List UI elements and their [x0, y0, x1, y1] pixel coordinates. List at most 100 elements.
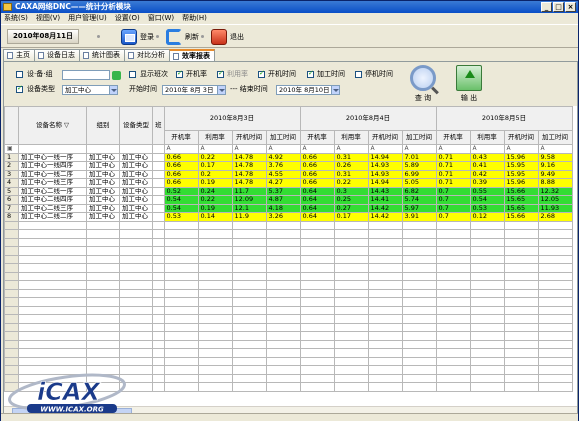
open-time-checkbox[interactable] [258, 69, 265, 78]
filter-cell[interactable]: A [231, 144, 267, 154]
tab-comparison[interactable]: 对比分析 [124, 49, 170, 61]
menu-system[interactable]: 系统(S) [4, 13, 28, 24]
filter-cell[interactable] [18, 144, 87, 154]
filter-cell[interactable]: A [163, 144, 199, 154]
filter-cell[interactable]: A [435, 144, 471, 154]
login-button[interactable]: 登录 [121, 28, 154, 46]
empty-cell [333, 229, 369, 239]
menu-view[interactable]: 视图(V) [36, 13, 60, 24]
filter-cell[interactable]: A [333, 144, 369, 154]
empty-cell [197, 220, 233, 230]
table-row[interactable]: 5 加工中心二线一序 加工中心 加工中心 0.52 0.24 11.7 5.37 0.64 0.3… [4, 186, 573, 196]
filter-cell[interactable]: A [503, 144, 539, 154]
stop-time-checkbox[interactable] [355, 71, 362, 78]
cell-value: 0.55 [469, 186, 505, 196]
empty-cell [435, 254, 471, 264]
empty-cell [197, 246, 233, 256]
empty-cell [4, 339, 19, 349]
table-row[interactable]: 8 加工中心二线二序 加工中心 加工中心 0.53 0.14 11.9 3.26 0.64 0.1… [4, 212, 573, 222]
device-type-checkbox[interactable] [16, 84, 23, 93]
tab-device-log[interactable]: 设备日志 [34, 49, 80, 61]
empty-cell [401, 246, 437, 256]
filter-cell[interactable]: A [299, 144, 335, 154]
empty-cell [265, 220, 301, 230]
filter-cell[interactable] [119, 144, 153, 154]
table-row[interactable]: 4 加工中心一线三序 加工中心 加工中心 0.66 0.19 14.78 4.27 0.66 0.… [4, 178, 573, 188]
filter-cell[interactable]: A [469, 144, 505, 154]
window-title: CAXA网络DNC——统计分析模块 [15, 2, 131, 11]
table-row[interactable]: 1 加工中心一线一序 加工中心 加工中心 0.66 0.22 14.78 4.92 0.66 0.… [4, 152, 573, 162]
menu-settings[interactable]: 设置(O) [115, 13, 140, 24]
device-group-search-button[interactable] [112, 71, 121, 80]
empty-cell [469, 229, 505, 239]
empty-cell [265, 263, 301, 273]
refresh-button[interactable]: 刷新 [166, 28, 199, 46]
empty-cell [299, 246, 335, 256]
menu-user-management[interactable]: 用户管理(U) [68, 13, 107, 24]
cell-value: 11.9 [231, 212, 267, 222]
cell-device-name: 加工中心一线二序 [18, 169, 87, 179]
filter-cell[interactable]: A [367, 144, 403, 154]
util-rate-checkbox[interactable] [217, 69, 224, 78]
col-header-device-name[interactable]: 设备名称 ▽ [18, 106, 87, 145]
export-button[interactable]: 输 出 [454, 65, 484, 105]
table-row[interactable]: 7 加工中心二线三序 加工中心 加工中心 0.54 0.19 12.1 4.18 0.64 0.2… [4, 203, 573, 213]
chevron-down-icon [217, 86, 225, 94]
tab-stat-charts[interactable]: 统计图表 [79, 49, 125, 61]
filter-cell[interactable] [86, 144, 120, 154]
empty-cell [86, 271, 120, 281]
magnifier-icon [410, 65, 436, 91]
exit-button[interactable]: 退出 [211, 28, 244, 46]
tab-label: 统计图表 [92, 51, 120, 59]
cell-value: 9.58 [537, 152, 573, 162]
empty-cell [197, 288, 233, 298]
sub-header: 利用率 [333, 130, 369, 145]
col-header-group[interactable]: 组别 [86, 106, 120, 145]
sub-header: 利用率 [469, 130, 505, 145]
col-header-shift[interactable]: 班 [152, 106, 165, 145]
table-row[interactable]: 3 加工中心一线二序 加工中心 加工中心 0.66 0.2 14.78 4.55 0.66 0.3… [4, 169, 573, 179]
end-time-picker[interactable]: 2010年 8月10日 [276, 85, 340, 95]
report-grid[interactable]: 设备名称 ▽ 组别 设备类型 班 2010年8月3日 2010年8月4日 201… [4, 106, 577, 414]
cell-value: 14.43 [367, 186, 403, 196]
empty-row [4, 314, 573, 324]
cell-value: 0.22 [197, 195, 233, 205]
maximize-button[interactable]: □ [553, 2, 564, 12]
tab-efficiency-report[interactable]: 效率报表 [169, 49, 215, 61]
menu-window[interactable]: 窗口(W) [148, 13, 174, 24]
show-shift-label: 显示班次 [140, 70, 168, 78]
cell-value: 0.43 [469, 152, 505, 162]
empty-cell [401, 220, 437, 230]
end-time-value: 2010年 8月10日 [279, 86, 330, 94]
table-row[interactable]: 6 加工中心二线四序 加工中心 加工中心 0.54 0.22 12.09 4.87 0.64 0.… [4, 195, 573, 205]
sub-header: 开机率 [299, 130, 335, 145]
open-rate-checkbox[interactable] [176, 69, 183, 78]
menu-help[interactable]: 帮助(H) [182, 13, 207, 24]
empty-cell [4, 280, 19, 290]
device-type-select[interactable]: 加工中心 [62, 85, 118, 95]
device-group-input[interactable] [62, 70, 110, 80]
query-button[interactable]: 查 询 [408, 65, 438, 105]
tab-home[interactable]: 主页 [3, 49, 35, 61]
filter-cell[interactable]: A [401, 144, 437, 154]
filter-cell[interactable]: A [265, 144, 301, 154]
filter-cell[interactable] [152, 144, 165, 154]
cell-value: 0.66 [299, 152, 335, 162]
table-row[interactable]: 2 加工中心一线四序 加工中心 加工中心 0.66 0.17 14.78 3.76 0.66 0.… [4, 161, 573, 171]
cell-value: 9.16 [537, 161, 573, 171]
close-button[interactable]: × [565, 2, 576, 12]
start-time-picker[interactable]: 2010年 8月 3日 [162, 85, 226, 95]
cell-value: 0.53 [163, 212, 199, 222]
filter-row-icon[interactable]: ▣ [4, 144, 19, 154]
empty-cell [401, 348, 437, 358]
filter-cell[interactable]: A [537, 144, 573, 154]
filter-cell[interactable]: A [197, 144, 233, 154]
cell-value: 0.17 [333, 212, 369, 222]
process-time-checkbox[interactable] [307, 69, 314, 78]
device-group-checkbox[interactable] [16, 71, 23, 78]
minimize-button[interactable]: _ [541, 2, 552, 12]
empty-cell [4, 314, 19, 324]
col-header-device-type[interactable]: 设备类型 [119, 106, 153, 145]
show-shift-checkbox[interactable] [129, 71, 136, 78]
cell-shift [152, 212, 165, 222]
